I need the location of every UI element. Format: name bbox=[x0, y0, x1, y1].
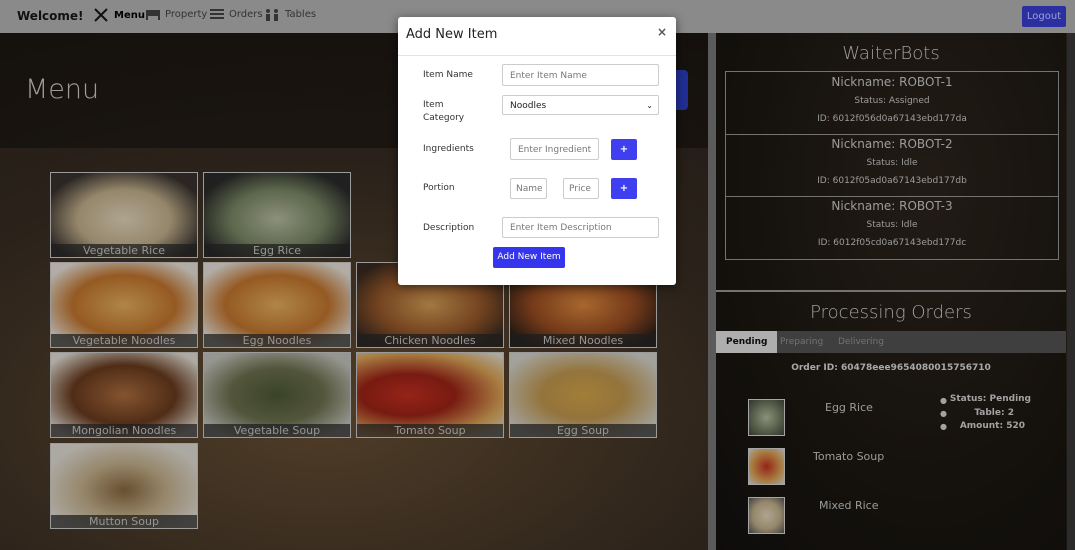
item-name-label: Item Name bbox=[423, 70, 473, 80]
item-name-input[interactable]: Enter Item Name bbox=[502, 64, 659, 86]
utensils-icon bbox=[94, 8, 108, 22]
nav-item-property[interactable]: Property bbox=[146, 8, 207, 20]
nav-item-orders[interactable]: Orders bbox=[210, 8, 263, 20]
portion-name-input[interactable]: Name bbox=[510, 178, 547, 199]
add-new-item-button[interactable]: Add New Item bbox=[493, 247, 565, 268]
add-item-modal: Add New Item × Item Name Enter Item Name… bbox=[398, 17, 676, 285]
item-category-select[interactable]: Noodles ⌄ bbox=[502, 95, 659, 115]
add-ingredient-button[interactable]: + bbox=[611, 139, 637, 160]
description-input[interactable]: Enter Item Description bbox=[502, 217, 659, 238]
logout-button[interactable]: Logout bbox=[1022, 6, 1066, 27]
list-icon bbox=[210, 9, 224, 19]
close-icon[interactable]: × bbox=[657, 25, 667, 39]
modal-title: Add New Item bbox=[406, 27, 498, 42]
chevron-down-icon: ⌄ bbox=[646, 101, 653, 110]
people-icon bbox=[266, 9, 278, 21]
brand: Welcome! bbox=[17, 9, 84, 23]
bed-icon bbox=[146, 10, 160, 20]
portion-label: Portion bbox=[423, 183, 455, 193]
nav-item-tables[interactable]: Tables bbox=[264, 8, 316, 21]
nav-label-property: Property bbox=[165, 8, 208, 20]
ingredient-input[interactable]: Enter Ingredient bbox=[510, 138, 599, 160]
item-category-value: Noodles bbox=[510, 101, 547, 111]
nav-label-tables: Tables bbox=[285, 9, 317, 20]
portion-price-input[interactable]: Price bbox=[563, 178, 599, 199]
nav-label-menu: Menu bbox=[114, 9, 145, 21]
nav-label-orders: Orders bbox=[229, 8, 263, 20]
ingredients-label: Ingredients bbox=[423, 144, 474, 154]
item-category-label: Item Category bbox=[423, 100, 465, 123]
add-portion-button[interactable]: + bbox=[611, 178, 637, 199]
nav-item-menu[interactable]: Menu bbox=[93, 8, 145, 22]
description-label: Description bbox=[423, 223, 475, 233]
modal-divider bbox=[398, 55, 676, 56]
